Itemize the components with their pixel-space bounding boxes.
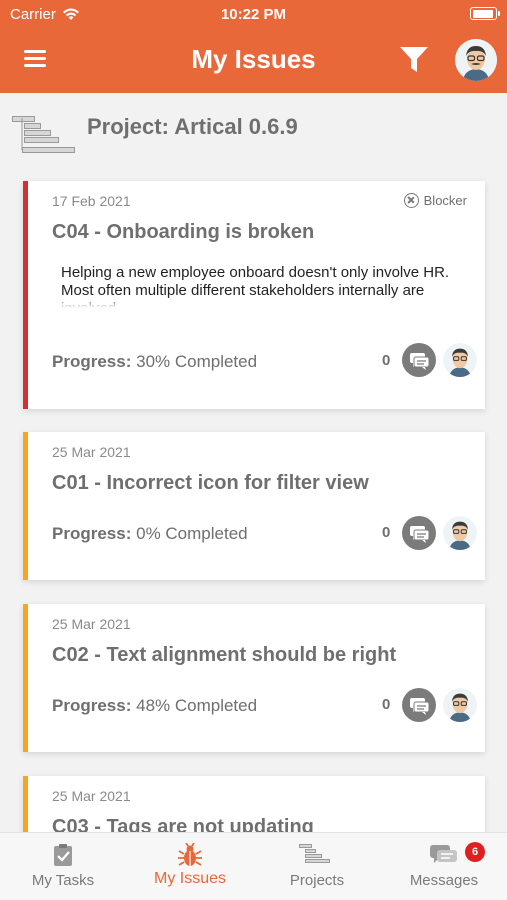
status-time: 10:22 PM — [220, 6, 287, 23]
issue-progress: Progress: 0% Completed — [52, 524, 248, 544]
issue-date: 25 Mar 2021 — [52, 444, 131, 460]
issue-card[interactable]: 25 Mar 2021 C01 - Incorrect icon for fil… — [23, 432, 485, 580]
issue-progress: Progress: 30% Completed — [52, 352, 257, 372]
blocker-icon — [403, 193, 419, 208]
comments-icon[interactable] — [402, 688, 436, 722]
user-avatar[interactable] — [455, 39, 497, 81]
issue-card[interactable]: 25 Mar 2021 C02 - Text alignment should … — [23, 604, 485, 752]
tab-projects[interactable]: Projects — [254, 833, 380, 900]
issue-date: 17 Feb 2021 — [52, 193, 131, 209]
tab-label: Projects — [289, 872, 345, 889]
tab-my-issues[interactable]: My Issues — [127, 833, 253, 900]
comments-icon[interactable] — [402, 516, 436, 550]
project-title: Project: Artical 0.6.9 — [87, 114, 298, 139]
top-bar: Carrier 10:22 PM My Issues — [0, 0, 507, 93]
issue-title: C02 - Text alignment should be right — [52, 644, 397, 666]
progress-value: 30% Completed — [136, 352, 258, 371]
issue-card[interactable]: 17 Feb 2021 Blocker C04 - Onboarding is … — [23, 181, 485, 409]
issue-title: C01 - Incorrect icon for filter view — [52, 472, 369, 494]
issue-title: C04 - Onboarding is broken — [52, 221, 315, 243]
comment-count: 0 — [382, 352, 391, 369]
tab-messages[interactable]: Messages — [381, 833, 507, 900]
tab-my-tasks[interactable]: My Tasks — [0, 833, 126, 900]
tab-label: My Issues — [153, 870, 226, 887]
filter-icon[interactable] — [398, 43, 430, 75]
messages-badge: 6 — [465, 842, 485, 862]
blocker-label: Blocker — [423, 193, 467, 208]
assignee-avatar[interactable] — [443, 688, 477, 722]
tab-label: My Tasks — [31, 872, 95, 889]
blocker-badge: Blocker — [403, 193, 467, 208]
progress-label: Progress: — [52, 524, 132, 543]
clipboard-check-icon — [54, 844, 72, 866]
project-gantt-icon — [12, 116, 75, 153]
assignee-avatar[interactable] — [443, 516, 477, 550]
priority-indicator — [23, 432, 28, 580]
comment-count: 0 — [382, 696, 391, 713]
comments-icon[interactable] — [402, 343, 436, 377]
progress-label: Progress: — [52, 696, 132, 715]
issue-description: Helping a new employee onboard doesn't o… — [61, 264, 461, 308]
priority-indicator — [23, 604, 28, 752]
battery-icon — [470, 7, 500, 20]
issue-date: 25 Mar 2021 — [52, 788, 131, 804]
bug-icon — [178, 843, 202, 866]
gantt-icon — [299, 844, 330, 863]
issue-progress: Progress: 48% Completed — [52, 696, 257, 716]
progress-value: 48% Completed — [136, 696, 258, 715]
comment-count: 0 — [382, 524, 391, 541]
progress-label: Progress: — [52, 352, 132, 371]
tab-label: Messages — [409, 872, 479, 889]
priority-indicator — [23, 181, 28, 409]
status-bar: Carrier 10:22 PM — [0, 0, 507, 30]
assignee-avatar[interactable] — [443, 343, 477, 377]
page-title: My Issues — [191, 44, 316, 74]
chat-icon — [430, 845, 457, 863]
issue-date: 25 Mar 2021 — [52, 616, 131, 632]
tab-bar: My Tasks My Issues Projects Messages — [0, 832, 507, 900]
progress-value: 0% Completed — [136, 524, 248, 543]
